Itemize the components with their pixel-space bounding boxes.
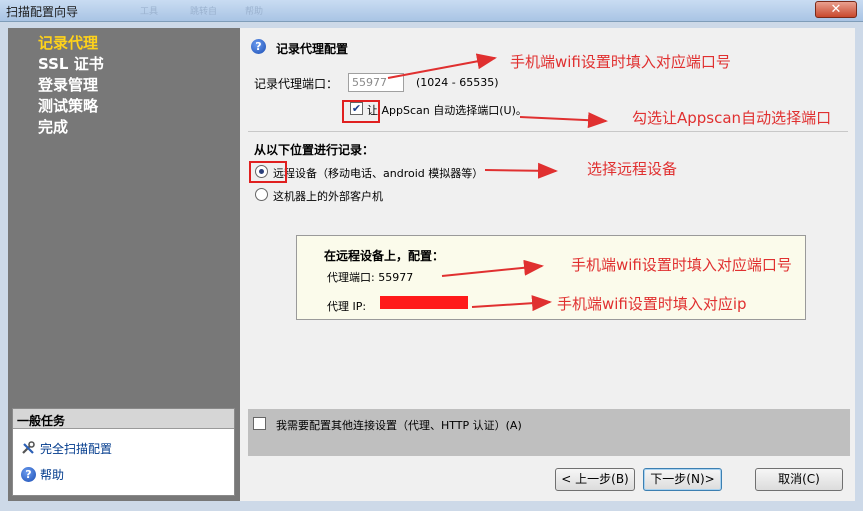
nav-item-record-proxy[interactable]: 记录代理 bbox=[38, 32, 98, 53]
proxy-port-text: 代理端口: 55977 bbox=[327, 271, 414, 284]
tasks-header: 一般任务 bbox=[13, 409, 234, 429]
close-icon: ✕ bbox=[830, 2, 842, 17]
proxy-ip-label: 代理 IP: bbox=[327, 300, 367, 313]
title-bar: 扫描配置向导 工具 跳转自 帮助 ✕ bbox=[0, 0, 863, 22]
help-icon[interactable]: ? bbox=[251, 39, 266, 54]
auto-select-port-label: 让 AppScan 自动选择端口(U)。 bbox=[367, 104, 527, 117]
annotation-remote-note: 选择远程设备 bbox=[587, 160, 678, 178]
ghost-menu-item: 跳转自 bbox=[190, 7, 218, 17]
radio-local-client[interactable] bbox=[255, 188, 268, 201]
redacted-ip bbox=[380, 296, 468, 309]
help-icon: ? bbox=[21, 467, 36, 482]
annotation-box-checkbox bbox=[342, 100, 380, 123]
ghost-menu-item: 工具 bbox=[140, 7, 159, 17]
next-button[interactable]: 下一步(N)> bbox=[643, 468, 722, 491]
radio-remote-device-label: 远程设备（移动电话、android 模拟器等） bbox=[273, 167, 484, 180]
remote-box-title: 在远程设备上，配置： bbox=[324, 249, 445, 263]
port-range-hint: (1024 - 65535) bbox=[416, 76, 499, 89]
general-tasks-panel: 一般任务 完全扫描配置 ? 帮助 bbox=[12, 408, 235, 496]
extra-settings-bar: 我需要配置其他连接设置（代理、HTTP 认证）(A) bbox=[248, 409, 850, 456]
radio-local-client-label: 这机器上的外部客户机 bbox=[273, 190, 383, 203]
section-title: 记录代理配置 bbox=[276, 42, 349, 56]
annotation-auto-note: 勾选让Appscan自动选择端口 bbox=[632, 109, 832, 127]
divider bbox=[248, 131, 848, 132]
port-label: 记录代理端口： bbox=[254, 77, 339, 91]
nav-item-test-policy[interactable]: 测试策略 bbox=[38, 95, 98, 116]
location-heading: 从以下位置进行记录： bbox=[254, 143, 375, 157]
extra-settings-checkbox[interactable] bbox=[253, 417, 266, 430]
annotation-proxy-port-note: 手机端wifi设置时填入对应端口号 bbox=[571, 256, 792, 274]
annotation-proxy-ip-note: 手机端wifi设置时填入对应ip bbox=[557, 295, 747, 313]
annotation-port-note: 手机端wifi设置时填入对应端口号 bbox=[510, 53, 731, 71]
task-full-scan-config[interactable]: 完全扫描配置 bbox=[21, 440, 112, 457]
cancel-button[interactable]: 取消(C) bbox=[755, 468, 843, 491]
nav-item-ssl-cert[interactable]: SSL 证书 bbox=[38, 53, 104, 74]
nav-item-finish[interactable]: 完成 bbox=[38, 116, 68, 137]
annotation-box-radio bbox=[249, 161, 287, 183]
tools-icon bbox=[22, 441, 35, 454]
extra-settings-label: 我需要配置其他连接设置（代理、HTTP 认证）(A) bbox=[276, 419, 522, 432]
task-label: 完全扫描配置 bbox=[40, 442, 113, 456]
ghost-menu-item: 帮助 bbox=[245, 7, 264, 17]
back-button[interactable]: < 上一步(B) bbox=[555, 468, 635, 491]
task-help[interactable]: ? 帮助 bbox=[21, 466, 64, 483]
nav-item-login-management[interactable]: 登录管理 bbox=[38, 74, 98, 95]
port-input[interactable]: 55977 bbox=[348, 73, 404, 92]
window-title: 扫描配置向导 bbox=[6, 5, 79, 19]
task-label: 帮助 bbox=[40, 468, 65, 482]
close-button[interactable]: ✕ bbox=[815, 1, 857, 18]
